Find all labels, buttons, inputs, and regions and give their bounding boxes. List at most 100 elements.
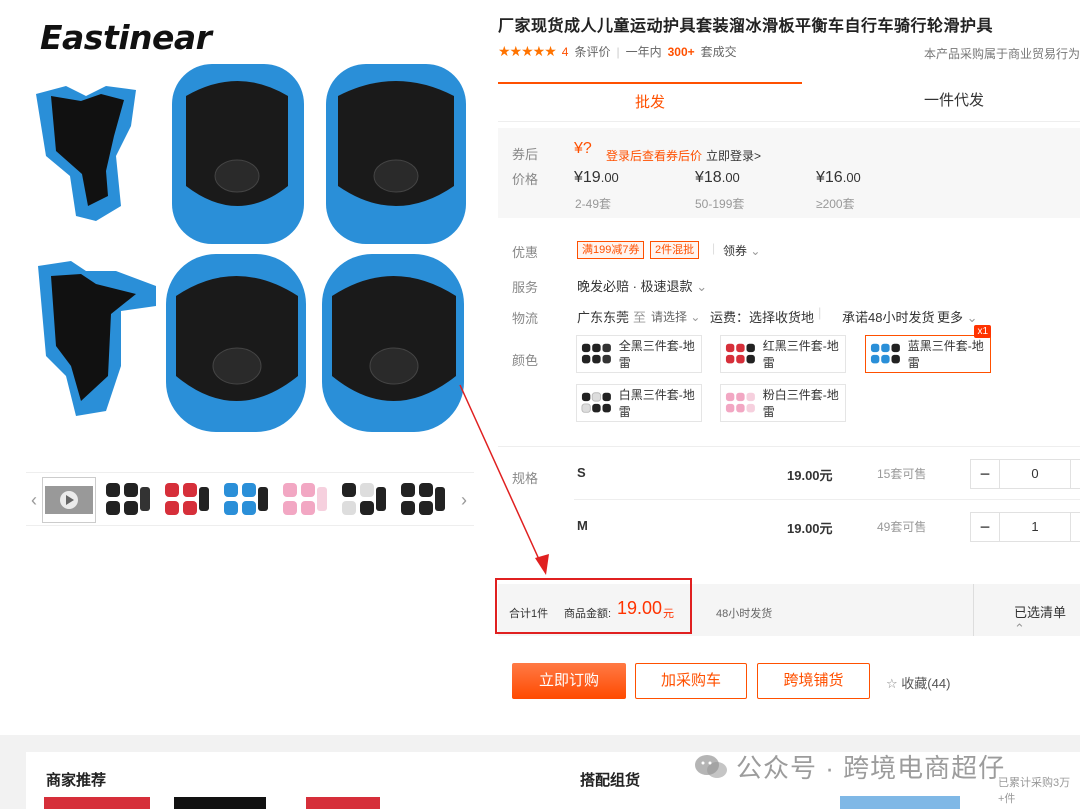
price-tier-2: ¥18.00 — [695, 169, 740, 186]
plus-button[interactable]: + — [1071, 513, 1080, 541]
swatch-thumbnail — [725, 392, 755, 413]
coupon-value: ¥? — [574, 140, 592, 157]
coupon-tag-2[interactable]: 2件混批 — [650, 241, 700, 259]
plus-button[interactable]: + — [1071, 460, 1080, 488]
add-to-cart-button[interactable]: 加采购车 — [635, 663, 747, 699]
minus-button[interactable]: − — [971, 513, 999, 541]
swatch-thumbnail — [581, 392, 611, 413]
spec-size: S — [577, 465, 586, 480]
tab-wholesale[interactable]: 批发 — [498, 82, 802, 122]
spec-size: M — [577, 518, 588, 533]
shipping-fee: 运费：选择收货地 — [710, 310, 815, 325]
cross-border-button[interactable]: 跨境铺货 — [757, 663, 870, 699]
elbow-pad-bottom-1 — [166, 254, 306, 432]
color-option-label: 蓝黑三件套-地雷 — [907, 339, 984, 370]
knee-pad-top-1 — [172, 64, 304, 244]
watermark-text: 公众号 · 跨境电商超仔 — [736, 753, 1006, 783]
thumbnail-black-2[interactable] — [395, 477, 449, 523]
wrist-guard-top — [36, 86, 136, 221]
coupon-tag-1[interactable]: 满199减7券 — [577, 241, 645, 259]
swatch-thumbnail — [581, 343, 611, 364]
star-outline-icon: ☆ — [886, 676, 898, 691]
annotation-arrow-icon — [459, 384, 549, 575]
selected-list-button[interactable]: 已选清单 ⌃ — [1014, 602, 1080, 637]
review-count[interactable]: 4 — [562, 45, 569, 59]
product-title: 厂家现货成人儿童运动护具套装溜冰滑板平衡车自行车骑行轮滑护具 — [498, 18, 994, 35]
divider: | — [712, 241, 716, 255]
discount-label: 优惠 — [512, 245, 539, 260]
minus-button[interactable]: − — [971, 460, 999, 488]
divider: | — [818, 305, 822, 320]
coupon-hint: 登录后查看券后价 — [606, 149, 703, 163]
brand-logo: Eastinear — [40, 18, 212, 57]
color-option-red-black[interactable]: 红黑三件套-地雷 — [720, 335, 846, 373]
color-option-label: 粉白三件套-地雷 — [762, 388, 839, 419]
claim-coupon-button[interactable]: 领券 ⌄ — [723, 242, 760, 259]
product-main-image — [36, 64, 466, 432]
thumbnail-white[interactable] — [336, 477, 390, 523]
spec-stock: 49套可售 — [877, 520, 927, 534]
business-note: 本产品采购属于商业贸易行为 — [924, 47, 1080, 61]
origin-city: 广东东莞 — [577, 310, 630, 325]
chevron-left-icon[interactable]: ‹ — [26, 483, 42, 517]
qty-range-3: ≥200套 — [816, 197, 855, 211]
quantity-stepper: − 1 + — [970, 512, 1080, 542]
swatch-thumbnail — [870, 343, 900, 364]
price-tier-1: ¥19.00 — [574, 169, 619, 186]
color-label: 颜色 — [512, 353, 539, 368]
color-option-label: 红黑三件套-地雷 — [762, 339, 839, 370]
product-thumb[interactable] — [306, 797, 380, 809]
chevron-up-icon: ⌃ — [1014, 621, 1025, 636]
ship-time: 48小时发货 — [716, 608, 773, 620]
destination-select[interactable]: 请选择 ⌄ — [651, 308, 700, 325]
buy-now-button[interactable]: 立即订购 — [512, 663, 626, 699]
product-thumb[interactable] — [44, 797, 150, 809]
spec-row-s: S 19.00元 15套可售 − 0 + — [574, 447, 1080, 500]
merchant-recommend-title: 商家推荐 — [46, 772, 107, 789]
divider — [973, 584, 974, 636]
thumbnail-video[interactable] — [42, 477, 96, 523]
chevron-down-icon: ⌄ — [966, 310, 978, 325]
favorite-button[interactable]: ☆ 收藏(44) — [886, 673, 950, 692]
color-option-pink-white[interactable]: 粉白三件套-地雷 — [720, 384, 846, 422]
watermark: 公众号 · 跨境电商超仔 — [694, 748, 1005, 785]
logistics-label: 物流 — [512, 311, 539, 326]
ship-promise: 承诺48小时发货 — [842, 310, 935, 325]
product-thumb[interactable] — [174, 797, 266, 809]
sold-note: 已累计采购3万+件 — [998, 777, 1071, 805]
color-option-label: 全黑三件套-地雷 — [618, 339, 695, 370]
rating-row: ★★★★★ 4 条评价 | 一年内 300+ 套成交 — [498, 43, 737, 60]
login-link[interactable]: 立即登录> — [706, 147, 761, 164]
price-tier-3: ¥16.00 — [816, 169, 861, 186]
product-thumb[interactable] — [840, 796, 960, 809]
highlight-box — [495, 578, 692, 634]
chevron-down-icon: ⌄ — [750, 244, 761, 258]
color-option-all-black[interactable]: 全黑三件套-地雷 — [576, 335, 702, 373]
spec-row-m: M 19.00元 49套可售 − 1 + — [574, 500, 1080, 553]
chevron-down-icon: ⌄ — [690, 310, 701, 324]
service-value[interactable]: 晚发必赔 · 极速退款 ⌄ — [577, 276, 707, 295]
price-label: 价格 — [512, 172, 539, 187]
thumbnail-blue[interactable] — [218, 477, 272, 523]
color-option-white-black[interactable]: 白黑三件套-地雷 — [576, 384, 702, 422]
star-rating-icon: ★★★★★ — [498, 43, 557, 59]
color-option-blue-black[interactable]: 蓝黑三件套-地雷 x1 — [865, 325, 991, 373]
thumbnail-black[interactable] — [100, 477, 154, 523]
combo-title: 搭配组货 — [580, 772, 641, 789]
qty-range-2: 50-199套 — [695, 197, 745, 211]
purchase-tabs: 批发 一件代发 — [498, 82, 1080, 122]
service-label: 服务 — [512, 280, 539, 295]
quantity-input[interactable]: 0 — [999, 460, 1071, 488]
logistics-more[interactable]: 更多 ⌄ — [937, 307, 978, 326]
tab-dropship[interactable]: 一件代发 — [802, 82, 1080, 122]
quantity-input[interactable]: 1 — [999, 513, 1071, 541]
coupon-label: 券后 — [512, 147, 539, 162]
wrist-guard-bottom — [38, 261, 156, 416]
selected-count-badge: x1 — [974, 325, 991, 338]
thumbnail-pink[interactable] — [277, 477, 331, 523]
thumbnail-strip: ‹ › — [26, 472, 474, 526]
thumbnail-red[interactable] — [159, 477, 213, 523]
divider: | — [616, 44, 620, 59]
review-suffix: 条评价 — [574, 45, 611, 59]
swatch-thumbnail — [725, 343, 755, 364]
